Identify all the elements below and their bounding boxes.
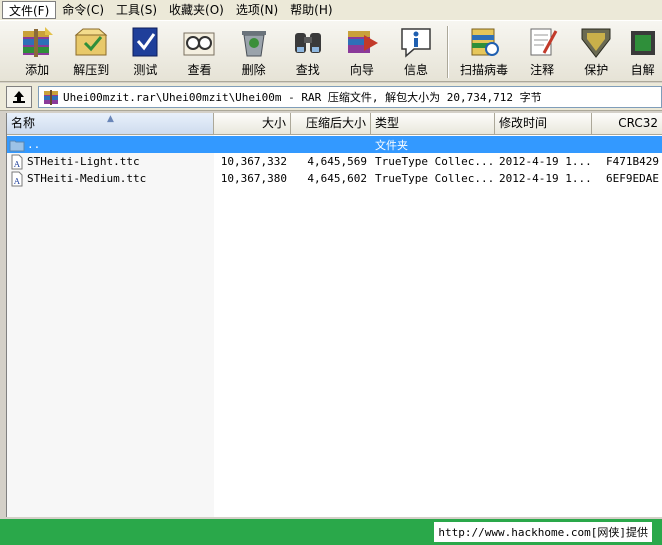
- column-packed-label: 压缩后大小: [305, 116, 366, 130]
- table-row-parent-folder[interactable]: .. 文件夹: [7, 136, 662, 153]
- table-row[interactable]: A STHeiti-Medium.ttc 10,367,380 4,645,60…: [7, 170, 662, 187]
- menu-help[interactable]: 帮助(H): [284, 1, 338, 19]
- column-name[interactable]: ▲ 名称: [7, 113, 214, 135]
- font-file-icon: A: [11, 171, 23, 186]
- name-column-background: [7, 135, 214, 517]
- cell-modified: 2012-4-19 1...: [499, 155, 592, 168]
- sort-ascending-icon: ▲: [107, 114, 114, 124]
- menu-commands[interactable]: 命令(C): [56, 1, 110, 19]
- comment-label: 注释: [530, 63, 555, 77]
- svg-text:A: A: [13, 177, 20, 186]
- wizard-label: 向导: [349, 63, 374, 77]
- test-label: 测试: [133, 63, 158, 77]
- address-path-field[interactable]: Uhei00mzit.rar\Uhei00mzit\Uhei00m - RAR …: [38, 85, 662, 108]
- menu-file[interactable]: 文件(F): [2, 1, 57, 19]
- column-packed[interactable]: 压缩后大小: [291, 113, 371, 135]
- add-button[interactable]: 添加: [10, 21, 64, 81]
- test-icon: [132, 27, 158, 57]
- menu-favorites[interactable]: 收藏夹(O): [163, 1, 230, 19]
- column-modified[interactable]: 修改时间: [495, 113, 592, 135]
- virus-scan-icon: [471, 28, 500, 56]
- wizard-icon: [347, 31, 378, 53]
- comment-icon: [530, 28, 558, 56]
- cell-size: 10,367,380: [220, 172, 287, 185]
- column-modified-label: 修改时间: [499, 116, 548, 130]
- protect-icon: [581, 28, 611, 58]
- cell-packed: 4,645,569: [307, 155, 367, 168]
- delete-button[interactable]: 删除: [227, 21, 281, 81]
- virus-scan-button[interactable]: 扫描病毒: [453, 21, 515, 81]
- add-archive-icon: [23, 27, 54, 57]
- file-name: STHeiti-Medium.ttc: [27, 172, 147, 185]
- column-type[interactable]: 类型: [371, 113, 495, 135]
- protect-button[interactable]: 保护: [569, 21, 623, 81]
- cell-crc: 6EF9EDAE: [606, 172, 659, 185]
- cell-packed: 4,645,602: [307, 172, 367, 185]
- cell-name: ..: [7, 137, 214, 153]
- view-button[interactable]: 查看: [172, 21, 226, 81]
- info-button[interactable]: 信息: [389, 21, 443, 81]
- protect-label: 保护: [584, 63, 609, 77]
- toolbar-separator: [447, 26, 450, 78]
- column-name-label: 名称: [11, 116, 36, 130]
- cell-type: 文件夹: [375, 138, 408, 152]
- address-bar: Uhei00mzit.rar\Uhei00mzit\Uhei00m - RAR …: [0, 83, 662, 111]
- delete-label: 删除: [241, 63, 266, 77]
- cell-modified: 2012-4-19 1...: [499, 172, 592, 185]
- self-extract-button[interactable]: 自解: [623, 21, 662, 81]
- column-header: ▲ 名称 大小 压缩后大小 类型 修改时间 CRC32: [7, 113, 662, 135]
- file-name: STHeiti-Light.ttc: [27, 155, 140, 168]
- add-label: 添加: [25, 63, 50, 77]
- cell-type: TrueType Collec...: [375, 155, 495, 168]
- find-button[interactable]: 查找: [281, 21, 335, 81]
- up-arrow-icon: [13, 90, 25, 103]
- cell-name: A STHeiti-Medium.ttc: [7, 171, 214, 187]
- wizard-button[interactable]: 向导: [335, 21, 389, 81]
- info-icon: [401, 28, 431, 58]
- toolbar: 添加 解压到 测试 查看 删除 查找 向导 信息 扫描病毒 注释 保护 自解: [0, 20, 662, 82]
- column-size-label: 大小: [261, 116, 286, 130]
- test-button[interactable]: 测试: [118, 21, 172, 81]
- find-icon: [294, 33, 321, 53]
- cell-size: 10,367,332: [220, 155, 287, 168]
- folder-icon: [9, 140, 25, 151]
- info-label: 信息: [404, 63, 429, 77]
- column-crc[interactable]: CRC32: [592, 113, 662, 135]
- up-folder-button[interactable]: [6, 85, 32, 108]
- menu-tools[interactable]: 工具(S): [110, 1, 163, 19]
- menu-bar: 文件(F) 命令(C) 工具(S) 收藏夹(O) 选项(N) 帮助(H): [0, 0, 662, 20]
- column-size[interactable]: 大小: [214, 113, 291, 135]
- status-bar: http://www.hackhome.com[网侠]提供: [0, 519, 662, 545]
- column-type-label: 类型: [375, 116, 400, 130]
- comment-button[interactable]: 注释: [515, 21, 569, 81]
- cell-name: A STHeiti-Light.ttc: [7, 154, 214, 170]
- status-text: http://www.hackhome.com[网侠]提供: [434, 522, 652, 542]
- view-label: 查看: [187, 63, 212, 77]
- font-file-icon: A: [11, 154, 23, 169]
- virus-scan-label: 扫描病毒: [460, 63, 509, 77]
- cell-type: TrueType Collec...: [375, 172, 495, 185]
- self-extract-icon: [630, 31, 655, 55]
- delete-icon: [241, 31, 266, 57]
- svg-text:A: A: [13, 160, 20, 169]
- self-extract-label: 自解: [630, 63, 655, 77]
- file-rows: .. 文件夹 A STHeiti-Light.ttc 10,367,332 4,…: [7, 136, 662, 187]
- view-icon: [183, 32, 215, 56]
- address-path-text: Uhei00mzit.rar\Uhei00mzit\Uhei00m - RAR …: [63, 90, 542, 104]
- file-list: ▲ 名称 大小 压缩后大小 类型 修改时间 CRC32 .. 文件夹 A STH…: [6, 113, 662, 517]
- menu-options[interactable]: 选项(N): [230, 1, 284, 19]
- extract-to-label: 解压到: [73, 63, 110, 77]
- column-crc-label: CRC32: [618, 116, 658, 130]
- table-row[interactable]: A STHeiti-Light.ttc 10,367,332 4,645,569…: [7, 153, 662, 170]
- rar-archive-icon: [44, 89, 58, 105]
- find-label: 查找: [295, 63, 320, 77]
- cell-crc: F471B429: [606, 155, 659, 168]
- extract-to-button[interactable]: 解压到: [64, 21, 118, 81]
- extract-to-icon: [74, 28, 108, 56]
- file-name: ..: [27, 138, 41, 151]
